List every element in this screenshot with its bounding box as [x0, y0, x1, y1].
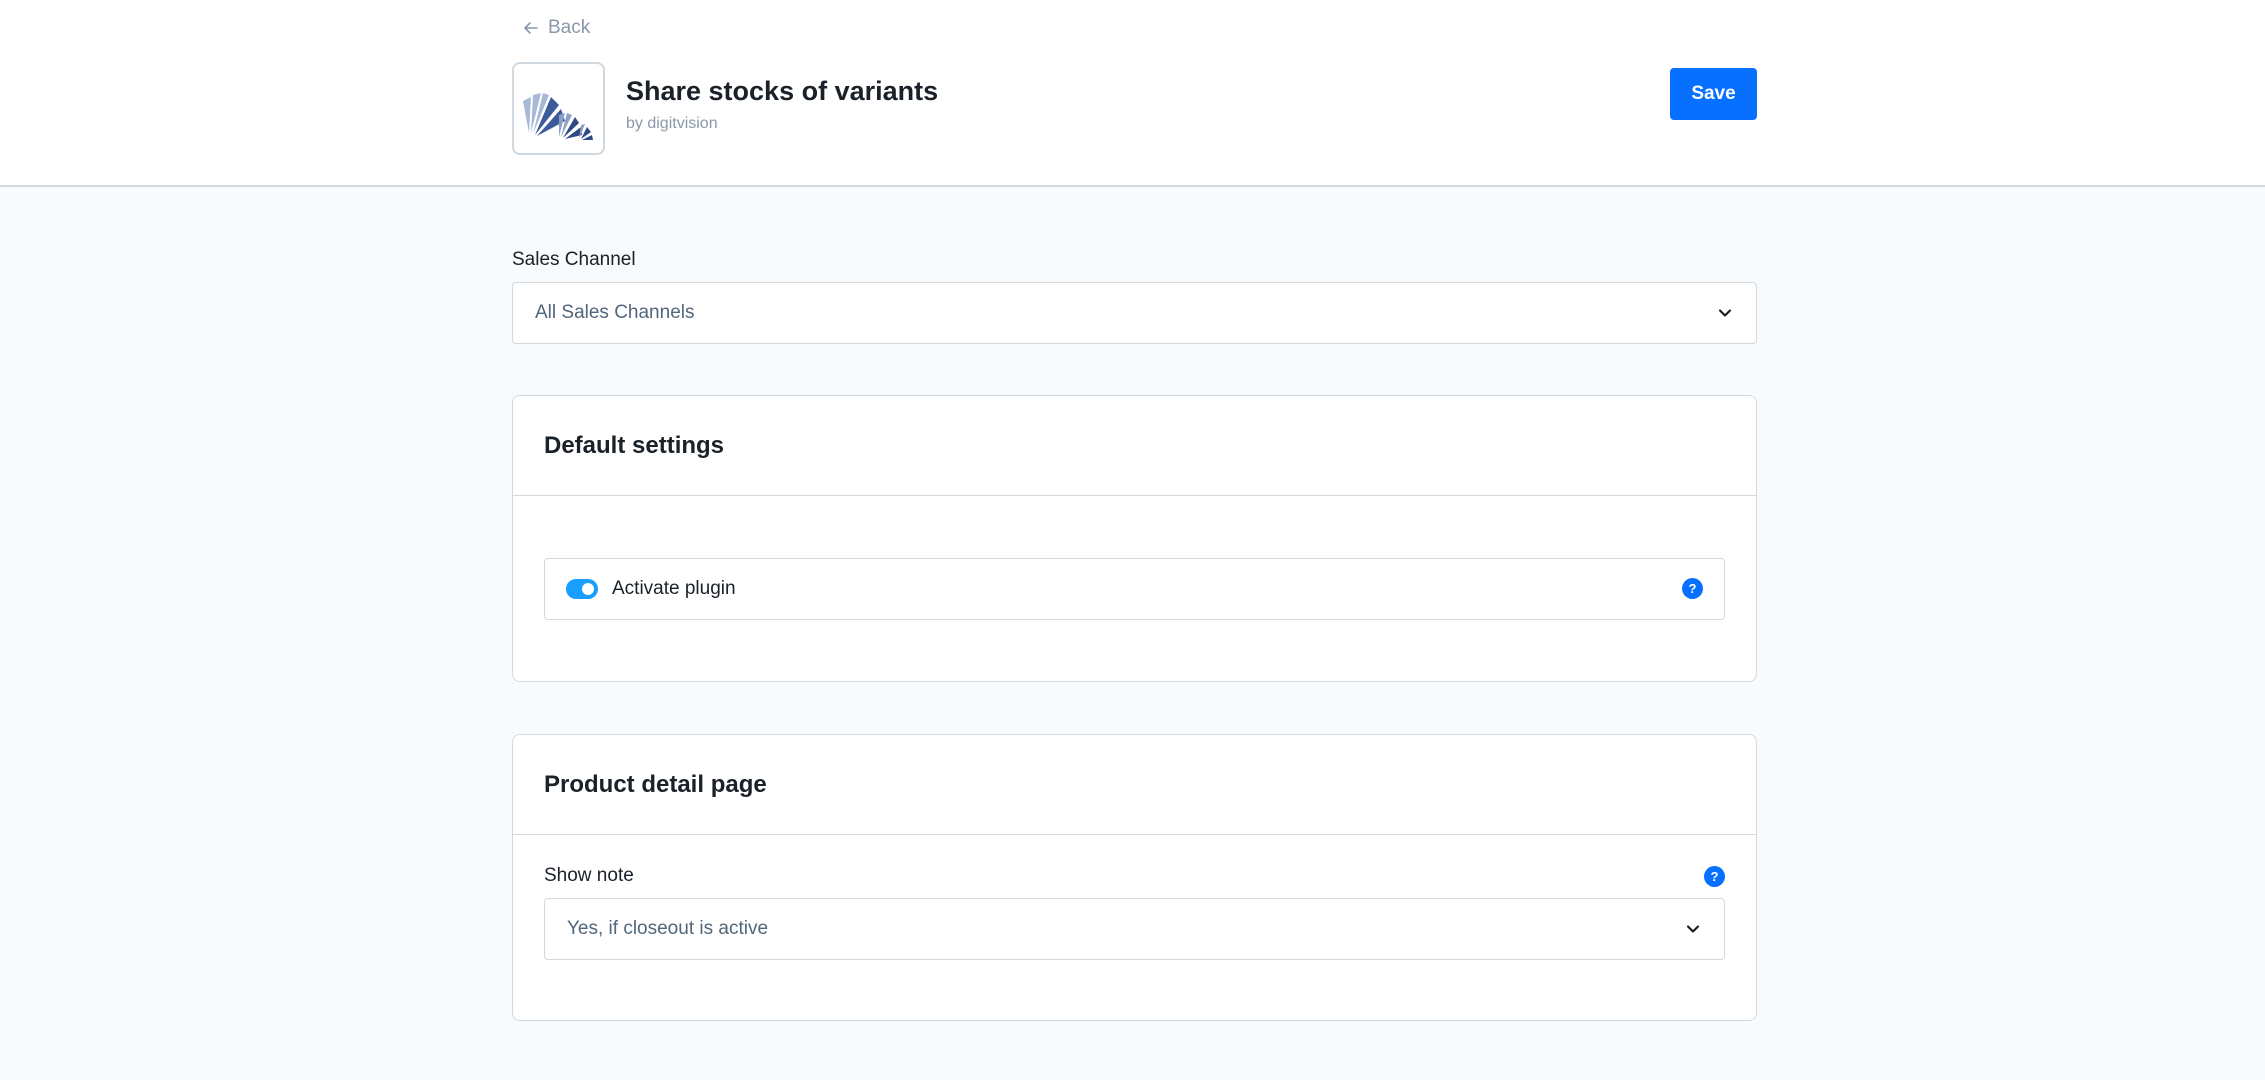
show-note-select[interactable]: Yes, if closeout is active	[544, 898, 1725, 960]
chevron-down-icon	[1686, 925, 1700, 933]
activate-plugin-field: Activate plugin ?	[544, 558, 1725, 620]
default-settings-title: Default settings	[513, 396, 1756, 496]
sales-channel-select[interactable]: All Sales Channels	[512, 282, 1757, 344]
chevron-down-icon	[1718, 309, 1732, 317]
show-note-label: Show note	[544, 865, 634, 886]
arrow-left-icon	[524, 22, 538, 34]
product-detail-page-title: Product detail page	[513, 735, 1756, 835]
app-icon	[512, 62, 605, 155]
sales-channel-value: All Sales Channels	[535, 302, 695, 323]
activate-plugin-toggle[interactable]	[566, 579, 598, 599]
default-settings-card: Default settings Activate plugin ?	[512, 395, 1757, 682]
back-link[interactable]: Back	[522, 16, 590, 40]
product-detail-page-card: Product detail page Show note ? Yes, if …	[512, 734, 1757, 1021]
help-icon[interactable]: ?	[1682, 578, 1703, 599]
app-author: by digitvision	[626, 115, 718, 132]
sales-channel-label: Sales Channel	[512, 249, 636, 270]
app-logo-icon	[522, 92, 593, 140]
save-button[interactable]: Save	[1670, 68, 1757, 120]
show-note-value: Yes, if closeout is active	[567, 918, 769, 939]
page-title: Share stocks of variants	[626, 76, 939, 106]
toggle-knob	[582, 583, 594, 595]
help-icon[interactable]: ?	[1704, 866, 1725, 887]
top-bar: Back Share stocks of variants by digitvi…	[0, 0, 2265, 187]
back-label: Back	[548, 17, 591, 38]
activate-plugin-label: Activate plugin	[612, 578, 736, 599]
